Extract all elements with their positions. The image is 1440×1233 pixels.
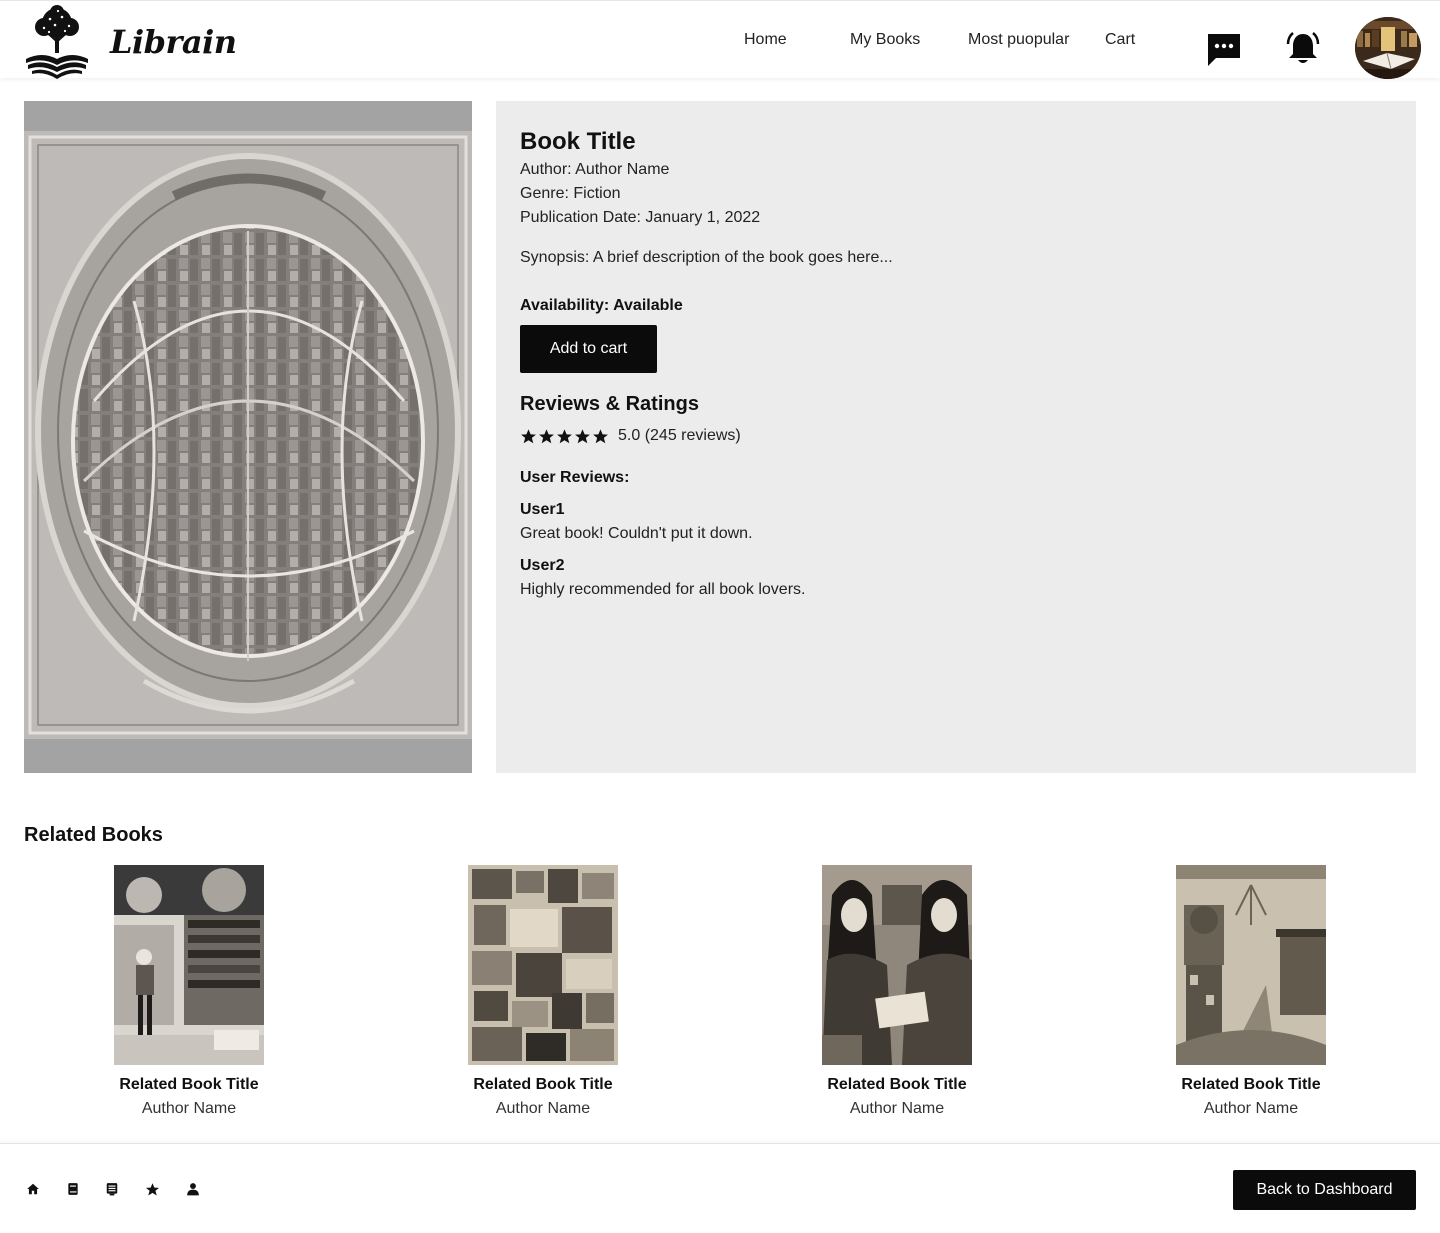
add-to-cart-button[interactable]: Add to cart	[520, 325, 657, 373]
star-icon	[521, 429, 536, 444]
book-author: Author: Author Name	[520, 161, 670, 178]
book-synopsis: Synopsis: A brief description of the boo…	[520, 249, 893, 266]
star-icon	[539, 429, 554, 444]
related-book-cover[interactable]	[114, 865, 264, 1065]
related-book-title[interactable]: Related Book Title	[1101, 1076, 1401, 1094]
tree-book-logo-icon[interactable]	[24, 3, 90, 79]
book-genre: Genre: Fiction	[520, 185, 621, 202]
related-book-cover[interactable]	[822, 865, 972, 1065]
related-book-cover[interactable]	[1176, 865, 1326, 1065]
review-text: Highly recommended for all book lovers.	[520, 581, 806, 598]
brand-name[interactable]: Librain	[110, 23, 237, 61]
related-book-card[interactable]: Related Book Title Author Name	[39, 865, 339, 1118]
review-user: User1	[520, 501, 565, 518]
rating-summary: 5.0 (245 reviews)	[618, 427, 741, 444]
top-header: Librain Home My Books Most puopular Cart	[0, 0, 1440, 79]
review-user: User2	[520, 557, 565, 574]
related-book-card[interactable]: Related Book Title Author Name	[1101, 865, 1401, 1118]
home-icon[interactable]	[26, 1182, 40, 1201]
related-book-author: Author Name	[849, 1100, 945, 1117]
availability-status: Availability: Available	[520, 297, 683, 314]
related-book-title[interactable]: Related Book Title	[747, 1076, 1047, 1094]
related-book-card[interactable]: Related Book Title Author Name	[747, 865, 1047, 1118]
reviews-heading: Reviews & Ratings	[520, 393, 699, 415]
related-book-author: Author Name	[495, 1100, 591, 1117]
review-text: Great book! Couldn't put it down.	[520, 525, 753, 542]
nav-my-books[interactable]: My Books	[850, 31, 920, 49]
related-book-cover[interactable]	[468, 865, 618, 1065]
star-icon	[593, 429, 608, 444]
back-to-dashboard-button[interactable]: Back to Dashboard	[1233, 1170, 1416, 1210]
book-details-panel: Book Title Author: Author Name Genre: Fi…	[496, 101, 1416, 773]
star-rating	[520, 428, 609, 445]
bell-icon[interactable]	[1285, 31, 1321, 72]
related-books-heading: Related Books	[24, 824, 163, 846]
related-book-author: Author Name	[1203, 1100, 1299, 1117]
nav-cart[interactable]: Cart	[1105, 31, 1135, 49]
star-icon	[575, 429, 590, 444]
related-book-card[interactable]: Related Book Title Author Name	[393, 865, 693, 1118]
star-icon[interactable]	[145, 1182, 160, 1202]
user-icon[interactable]	[186, 1182, 200, 1201]
book-icon[interactable]	[66, 1182, 80, 1201]
book-cover-image	[24, 101, 472, 773]
book-title: Book Title	[520, 128, 636, 155]
nav-home[interactable]: Home	[744, 31, 787, 49]
chat-icon[interactable]	[1206, 32, 1242, 73]
nav-most-popular[interactable]: Most puopular	[968, 31, 1069, 49]
bottom-bar: Back to Dashboard	[0, 1143, 1440, 1233]
related-book-author: Author Name	[141, 1100, 237, 1117]
related-book-title[interactable]: Related Book Title	[39, 1076, 339, 1094]
related-book-title[interactable]: Related Book Title	[393, 1076, 693, 1094]
user-avatar[interactable]	[1355, 17, 1421, 79]
user-reviews-label: User Reviews:	[520, 469, 630, 486]
star-icon	[557, 429, 572, 444]
list-icon[interactable]	[105, 1182, 119, 1201]
book-publication-date: Publication Date: January 1, 2022	[520, 209, 761, 226]
